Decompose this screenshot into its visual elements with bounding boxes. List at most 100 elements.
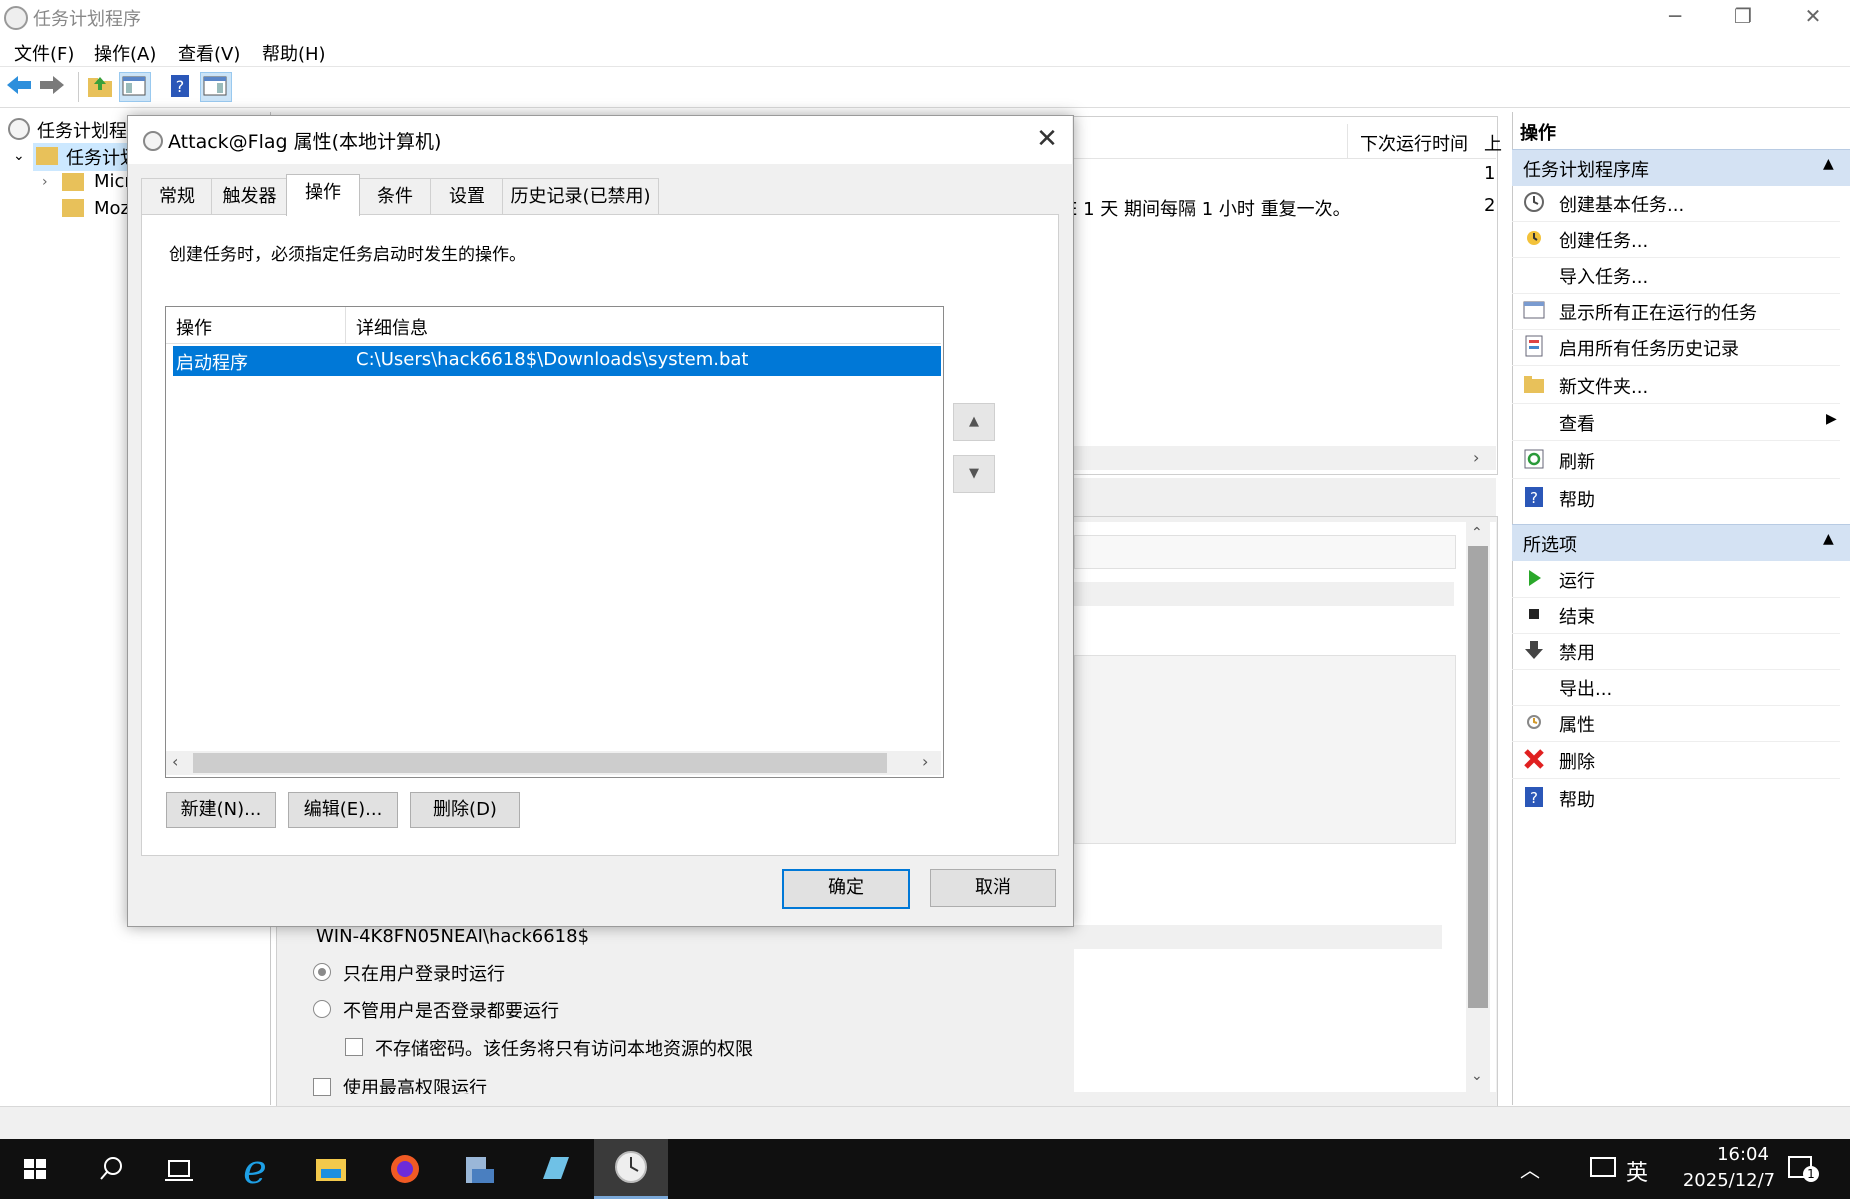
section-header-library-label: 任务计划程序库: [1523, 160, 1649, 181]
clock-date[interactable]: 2025/12/7: [1660, 1170, 1798, 1191]
scroll-left-icon[interactable]: ‹: [172, 752, 178, 771]
tab-triggers[interactable]: 触发器: [211, 178, 288, 215]
checkbox-highest-privileges[interactable]: [313, 1078, 331, 1096]
actions-list: [165, 306, 944, 778]
edit-action-button[interactable]: 编辑(E)...: [288, 792, 398, 828]
action-end[interactable]: 结束: [1512, 597, 1840, 634]
action-display-running-tasks[interactable]: 显示所有正在运行的任务: [1512, 293, 1840, 330]
action-label: 帮助: [1559, 790, 1595, 811]
chevron-down-icon[interactable]: ⌄: [13, 148, 25, 164]
tree-root[interactable]: 任务计划程: [37, 117, 127, 143]
column-header-cut[interactable]: 上: [1484, 130, 1502, 156]
pane-splitter[interactable]: [1066, 478, 1496, 516]
list-scrollbar-thumb[interactable]: [193, 753, 887, 773]
ime-indicator[interactable]: 英: [1626, 1155, 1648, 1187]
action-delete[interactable]: 删除: [1512, 742, 1840, 779]
chevron-up-icon[interactable]: ︿: [1520, 1154, 1540, 1183]
tab-general[interactable]: 常规: [141, 178, 213, 215]
radio-logged-on[interactable]: [313, 963, 331, 981]
move-up-button[interactable]: ▲: [953, 403, 995, 441]
action-run[interactable]: 运行: [1512, 561, 1840, 598]
minimize-button[interactable]: ─: [1640, 0, 1710, 33]
close-window-button[interactable]: ✕: [1778, 0, 1848, 33]
column-header-details[interactable]: 详细信息: [356, 314, 428, 340]
action-label: 查看: [1559, 414, 1595, 435]
scroll-up-icon[interactable]: ⌃: [1471, 525, 1483, 541]
column-divider[interactable]: [345, 307, 346, 343]
action-create-task[interactable]: 创建任务...: [1512, 221, 1840, 258]
collapse-icon[interactable]: ▲: [1823, 156, 1834, 172]
move-down-button[interactable]: ▼: [953, 455, 995, 493]
action-label: 新文件夹...: [1559, 377, 1649, 398]
new-action-button[interactable]: 新建(N)...: [166, 792, 276, 828]
file-explorer-icon[interactable]: [294, 1139, 368, 1199]
action-help-selected[interactable]: ? 帮助: [1512, 780, 1840, 816]
running-tasks-icon: [1523, 299, 1545, 321]
horizontal-scrollbar[interactable]: [1066, 446, 1496, 470]
ok-button[interactable]: 确定: [782, 869, 910, 909]
action-enable-history[interactable]: 启用所有任务历史记录: [1512, 329, 1840, 366]
run-icon: [1523, 567, 1545, 589]
forward-icon[interactable]: [38, 73, 68, 101]
radio-whether-logged-on[interactable]: [313, 1000, 331, 1018]
show-hide-console-tree-icon[interactable]: [119, 72, 151, 102]
checkbox-no-store-password[interactable]: [345, 1038, 363, 1056]
internet-explorer-icon[interactable]: e: [218, 1139, 292, 1199]
action-new-folder[interactable]: 新文件夹...: [1512, 367, 1840, 404]
back-icon[interactable]: [5, 73, 35, 101]
vertical-scrollbar-thumb[interactable]: [1468, 546, 1488, 1008]
tab-actions[interactable]: 操作: [286, 174, 360, 216]
clock-time[interactable]: 16:04: [1688, 1144, 1798, 1165]
cell-details: C:\Users\hack6618$\Downloads\system.bat: [356, 349, 749, 370]
detail-field: [1074, 535, 1456, 569]
tab-history-disabled[interactable]: 历史记录(已禁用): [502, 178, 659, 215]
action-properties[interactable]: 属性: [1512, 705, 1840, 742]
folder-icon: [36, 147, 58, 165]
action-help[interactable]: ? 帮助: [1512, 480, 1840, 516]
collapse-icon[interactable]: ▲: [1823, 531, 1834, 547]
tab-conditions[interactable]: 条件: [358, 178, 432, 215]
refresh-icon: [1523, 448, 1545, 470]
tab-settings[interactable]: 设置: [430, 178, 504, 215]
task-scheduler-taskbar-icon[interactable]: [594, 1139, 668, 1199]
action-view[interactable]: 查看 ▶: [1512, 404, 1840, 441]
show-hide-action-pane-icon[interactable]: [200, 72, 232, 102]
next-run-column-header[interactable]: 下次运行时间: [1360, 130, 1468, 156]
action-refresh[interactable]: 刷新: [1512, 442, 1840, 479]
svg-text:?: ?: [1530, 789, 1538, 807]
menu-help[interactable]: 帮助(H): [262, 40, 326, 66]
dialog-title: Attack@Flag 属性(本地计算机): [168, 131, 442, 153]
action-import-task[interactable]: 导入任务...: [1512, 257, 1840, 294]
network-icon[interactable]: [1590, 1157, 1616, 1177]
history-icon: [1523, 335, 1545, 357]
help-icon[interactable]: ?: [166, 73, 196, 101]
dialog-close-button[interactable]: ✕: [1032, 124, 1062, 154]
menu-view[interactable]: 查看(V): [178, 40, 240, 66]
delete-action-button[interactable]: 删除(D): [410, 792, 520, 828]
cancel-button[interactable]: 取消: [930, 869, 1056, 907]
action-export[interactable]: 导出...: [1512, 669, 1840, 706]
action-label: 帮助: [1559, 490, 1595, 511]
scroll-right-icon[interactable]: ›: [1473, 448, 1479, 467]
up-folder-icon[interactable]: [86, 73, 116, 101]
notepad-icon[interactable]: [518, 1139, 592, 1199]
actions-list-header: [166, 307, 941, 344]
restore-button[interactable]: ❐: [1708, 0, 1778, 33]
menu-file[interactable]: 文件(F): [14, 40, 74, 66]
status-bar: [0, 1106, 1850, 1140]
scroll-down-icon[interactable]: ⌄: [1471, 1068, 1483, 1084]
task-view-icon[interactable]: [142, 1139, 216, 1199]
server-manager-icon[interactable]: [442, 1139, 516, 1199]
start-button[interactable]: [0, 1139, 74, 1199]
highest-privileges-label: 使用最高权限运行: [343, 1078, 487, 1094]
menu-action[interactable]: 操作(A): [94, 40, 156, 66]
search-icon[interactable]: [74, 1139, 148, 1199]
firefox-icon[interactable]: [368, 1139, 442, 1199]
chevron-right-icon[interactable]: ›: [42, 174, 48, 190]
action-create-basic-task[interactable]: 创建基本任务...: [1512, 185, 1840, 222]
clock-app-icon: [4, 6, 28, 30]
column-header-action[interactable]: 操作: [176, 314, 212, 340]
action-disable[interactable]: 禁用: [1512, 633, 1840, 670]
scroll-right-icon[interactable]: ›: [922, 752, 928, 771]
tree-item-mozilla[interactable]: Moz: [94, 198, 130, 219]
